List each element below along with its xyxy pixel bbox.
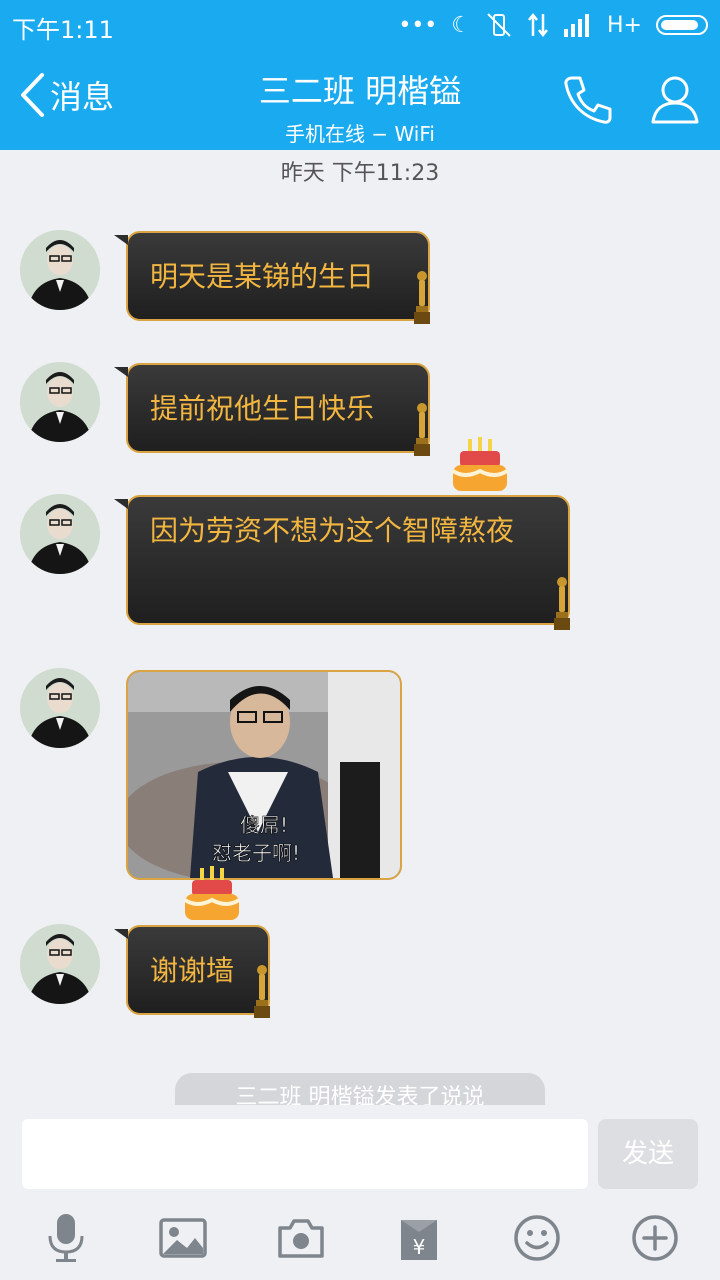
status-time: 下午1:11 <box>12 16 114 44</box>
person-photo <box>20 362 100 442</box>
trophy-icon <box>414 403 430 456</box>
phone-call-icon[interactable] <box>562 74 614 126</box>
microphone-icon[interactable] <box>40 1212 92 1264</box>
image-message[interactable]: 傻屌! 怼老子啊! <box>126 670 402 880</box>
chevron-left-icon <box>21 73 44 117</box>
system-notice[interactable]: 三二班 明楷镒发表了说说 <box>175 1073 545 1107</box>
meme-caption-line2: 怼老子啊! <box>212 841 300 865</box>
meme-photo: 傻屌! 怼老子啊! <box>128 672 400 878</box>
avatar[interactable] <box>20 668 100 748</box>
message-bubble[interactable]: 因为劳资不想为这个智障熬夜 <box>114 495 570 625</box>
avatar[interactable] <box>20 230 100 310</box>
trophy-icon <box>414 271 430 324</box>
plus-icon[interactable] <box>629 1212 681 1264</box>
birthday-cake-icon <box>451 437 509 491</box>
message-bubble[interactable]: 明天是某锑的生日 <box>114 231 430 321</box>
avatar[interactable] <box>20 494 100 574</box>
trophy-icon <box>254 965 270 1018</box>
camera-icon[interactable] <box>275 1212 327 1264</box>
status-icons: ••• ☾ H+ <box>398 8 708 42</box>
avatar[interactable] <box>20 362 100 442</box>
image-icon[interactable] <box>157 1212 209 1264</box>
input-bar: 发送 <box>0 1105 720 1280</box>
back-label: 消息 <box>50 78 115 116</box>
message-bubble[interactable]: 提前祝他生日快乐 <box>114 363 430 453</box>
notice-text: 三二班 明楷镒发表了说说 <box>235 1085 485 1107</box>
birthday-cake-icon <box>183 866 241 920</box>
message-text: 因为劳资不想为这个智障熬夜 <box>150 514 515 547</box>
message-input[interactable] <box>22 1119 588 1189</box>
message-timestamp: 昨天 下午11:23 <box>280 161 440 186</box>
top-bar: 下午1:11 ••• ☾ H+ 消息 三二班 明楷镒 手机在线 − WiFi <box>0 0 720 150</box>
person-photo <box>20 494 100 574</box>
emoji-icon[interactable] <box>511 1212 563 1264</box>
profile-icon[interactable] <box>650 74 700 126</box>
red-packet-icon[interactable]: ¥ <box>393 1212 445 1264</box>
avatar[interactable] <box>20 924 100 1004</box>
chat-title-area[interactable]: 三二班 明楷镒 手机在线 − WiFi <box>180 66 540 147</box>
meme-caption-line1: 傻屌! <box>240 813 288 837</box>
status-bar: 下午1:11 ••• ☾ H+ <box>0 0 720 50</box>
network-type: H+ <box>607 12 642 38</box>
person-photo <box>20 668 100 748</box>
moon-icon: ☾ <box>451 12 472 38</box>
message-text: 明天是某锑的生日 <box>150 260 375 293</box>
more-dots-icon: ••• <box>398 12 438 38</box>
trophy-icon <box>554 577 570 630</box>
person-photo <box>20 924 100 1004</box>
back-button[interactable]: 消息 <box>18 72 114 118</box>
send-button[interactable]: 发送 <box>598 1119 698 1189</box>
data-transfer-icon <box>528 12 548 38</box>
message-bubble[interactable]: 谢谢墙 <box>114 925 270 1015</box>
message-text: 谢谢墙 <box>150 954 235 987</box>
vibrate-off-icon <box>487 13 511 37</box>
person-photo <box>20 230 100 310</box>
online-status: 手机在线 − WiFi <box>285 122 435 146</box>
svg-text:¥: ¥ <box>413 1235 426 1259</box>
signal-icon <box>564 14 590 37</box>
chat-title: 三二班 明楷镒 <box>258 72 462 110</box>
message-text: 提前祝他生日快乐 <box>150 392 375 425</box>
battery-icon <box>656 15 708 35</box>
